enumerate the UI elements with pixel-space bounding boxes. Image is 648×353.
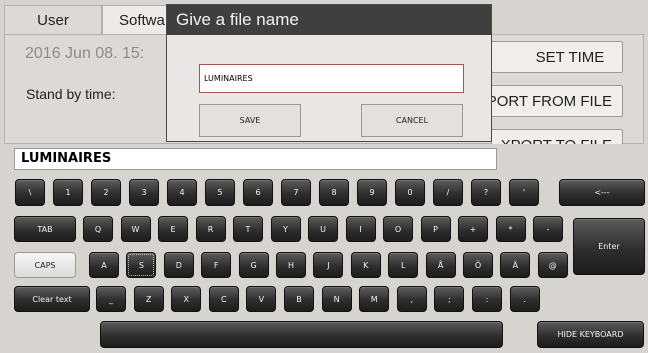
key-row3-key-7[interactable]: K bbox=[350, 252, 381, 278]
key-row1-key-1[interactable]: 1 bbox=[53, 179, 83, 206]
key-row4-key-3[interactable]: C bbox=[208, 286, 239, 312]
key-row2-key-5[interactable]: Y bbox=[270, 216, 301, 242]
key-row4-key-8[interactable]: , bbox=[396, 286, 427, 312]
key-row2-key-11[interactable]: * bbox=[495, 216, 526, 242]
key-row2-key-4[interactable]: T bbox=[233, 216, 263, 242]
key-row2-key-8[interactable]: O bbox=[383, 216, 413, 242]
key-row2-key-1[interactable]: W bbox=[120, 216, 151, 242]
key-row1-key-6[interactable]: 6 bbox=[243, 179, 273, 206]
key-row2-key-7[interactable]: I bbox=[345, 216, 376, 242]
clear-text-key[interactable]: Clear text bbox=[14, 286, 90, 312]
key-row2-key-2[interactable]: E bbox=[158, 216, 188, 242]
key-row3-key-5[interactable]: H bbox=[276, 252, 306, 278]
key-row4-key-9[interactable]: ; bbox=[434, 286, 465, 312]
key-row3-key-1[interactable]: S bbox=[126, 252, 157, 278]
caps-key[interactable]: CAPS bbox=[14, 252, 76, 278]
tab-key[interactable]: TAB bbox=[14, 216, 76, 242]
enter-key[interactable]: Enter bbox=[573, 218, 645, 275]
key-row2-key-10[interactable]: + bbox=[458, 216, 488, 242]
key-row3-key-11[interactable]: Ä bbox=[500, 252, 531, 278]
key-row1-key-7[interactable]: 7 bbox=[281, 179, 311, 206]
space-key[interactable] bbox=[100, 321, 503, 348]
key-row3-key-2[interactable]: D bbox=[163, 252, 194, 278]
key-row1-key-13[interactable]: ' bbox=[509, 179, 539, 206]
key-row1-key-10[interactable]: 0 bbox=[395, 179, 425, 206]
key-row2-key-12[interactable]: - bbox=[533, 216, 563, 242]
key-row4-key-6[interactable]: N bbox=[321, 286, 352, 312]
key-row4-key-4[interactable]: V bbox=[246, 286, 277, 312]
key-row1-key-0[interactable]: \ bbox=[15, 179, 45, 206]
save-button[interactable]: SAVE bbox=[199, 104, 301, 137]
key-row2-key-6[interactable]: U bbox=[308, 216, 338, 242]
datetime-display: 2016 Jun 08. 15: bbox=[25, 45, 145, 62]
key-row3-key-3[interactable]: F bbox=[201, 252, 232, 278]
key-row3-key-12[interactable]: @ bbox=[537, 252, 568, 278]
backspace-key[interactable]: <--- bbox=[559, 179, 645, 206]
key-row4-key-0[interactable]: _ bbox=[96, 286, 126, 312]
key-row3-key-0[interactable]: A bbox=[89, 252, 119, 278]
standby-time-label: Stand by time: bbox=[26, 86, 116, 102]
set-time-button[interactable]: SET TIME bbox=[491, 41, 623, 73]
key-row4-key-10[interactable]: : bbox=[472, 286, 502, 312]
export-to-file-button[interactable]: XPORT TO FILE bbox=[491, 129, 623, 145]
key-row1-key-12[interactable]: ? bbox=[471, 179, 501, 206]
key-row1-key-3[interactable]: 3 bbox=[129, 179, 159, 206]
key-row1-key-11[interactable]: / bbox=[433, 179, 463, 206]
key-row1-key-8[interactable]: 8 bbox=[319, 179, 349, 206]
key-row4-key-11[interactable]: . bbox=[509, 286, 540, 312]
hide-keyboard-button[interactable]: HIDE KEYBOARD bbox=[537, 321, 644, 348]
key-row3-key-4[interactable]: G bbox=[238, 252, 269, 278]
on-screen-keyboard: LUMINAIRES <--- TAB Enter CAPS Clear tex… bbox=[0, 144, 648, 353]
key-row1-key-5[interactable]: 5 bbox=[205, 179, 235, 206]
import-from-file-button[interactable]: PORT FROM FILE bbox=[491, 85, 623, 117]
tab-user[interactable]: User bbox=[4, 5, 102, 35]
key-row1-key-4[interactable]: 4 bbox=[167, 179, 197, 206]
key-row1-key-9[interactable]: 9 bbox=[357, 179, 387, 206]
key-row3-key-8[interactable]: L bbox=[388, 252, 419, 278]
key-row2-key-3[interactable]: R bbox=[195, 216, 226, 242]
key-row1-key-2[interactable]: 2 bbox=[91, 179, 121, 206]
keyboard-text-field[interactable]: LUMINAIRES bbox=[14, 148, 497, 170]
dialog-title: Give a file name bbox=[167, 5, 491, 35]
key-row4-key-5[interactable]: B bbox=[284, 286, 314, 312]
key-row4-key-7[interactable]: M bbox=[359, 286, 390, 312]
key-row3-key-9[interactable]: Å bbox=[425, 252, 456, 278]
cancel-button[interactable]: CANCEL bbox=[361, 104, 463, 137]
key-row3-key-6[interactable]: J bbox=[313, 252, 344, 278]
file-name-input[interactable] bbox=[199, 64, 464, 93]
key-row3-key-10[interactable]: Ö bbox=[463, 252, 493, 278]
key-row2-key-0[interactable]: Q bbox=[83, 216, 113, 242]
key-row4-key-1[interactable]: Z bbox=[133, 286, 164, 312]
key-row2-key-9[interactable]: P bbox=[420, 216, 451, 242]
file-name-dialog: Give a file name SAVE CANCEL bbox=[166, 4, 492, 142]
key-row4-key-2[interactable]: X bbox=[171, 286, 202, 312]
